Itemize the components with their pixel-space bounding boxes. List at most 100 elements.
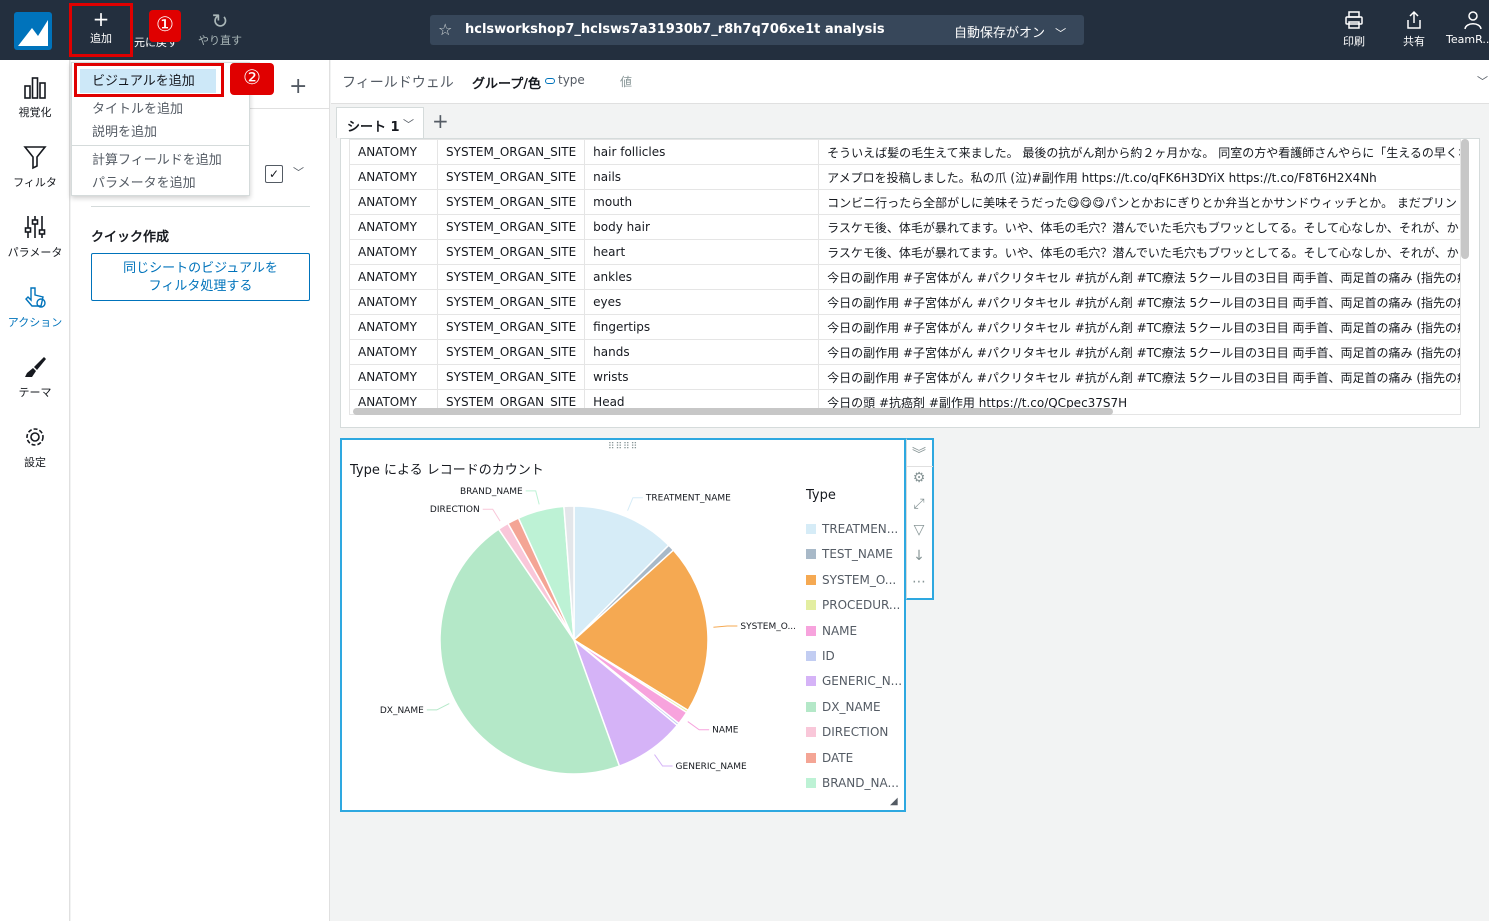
legend-label: NAME — [822, 623, 858, 638]
legend-item[interactable]: TEST_NAME — [806, 547, 893, 561]
analysis-title[interactable]: hclsworkshop7_hclsws7a31930b7_r8h7q706xe… — [465, 22, 885, 37]
gear-icon — [26, 428, 44, 446]
legend-label: SYSTEM_O... — [822, 572, 897, 587]
rail-item-theme[interactable]: テーマ — [0, 354, 70, 400]
leader-line — [525, 490, 540, 505]
chevron-down-icon[interactable]: ﹀ — [293, 164, 304, 180]
user-menu[interactable]: TeamR... — [1446, 10, 1489, 46]
legend-item[interactable]: DX_NAME — [806, 700, 881, 714]
rail-item-filter[interactable]: フィルタ — [0, 144, 70, 190]
horizontal-scrollbar[interactable] — [353, 408, 1113, 415]
legend-label: TEST_NAME — [822, 547, 893, 562]
table-row[interactable]: ANATOMY SYSTEM_ORGAN_SITE heart ラスケモ後、体毛が暴れ… — [349, 239, 1462, 265]
value-label[interactable]: 値 — [620, 73, 632, 90]
table-cell: nails — [584, 164, 820, 190]
add-action-icon[interactable]: + — [289, 74, 307, 99]
legend-swatch — [806, 524, 816, 534]
printer-icon — [1345, 11, 1363, 29]
rail-item-settings[interactable]: 設定 — [0, 424, 70, 470]
table-visual[interactable]: ANATOMY SYSTEM_ORGAN_SITE hair follicles そう… — [340, 138, 1480, 428]
resize-handle-icon[interactable]: ◢ — [890, 796, 898, 807]
filter-icon[interactable]: ▽ — [907, 522, 931, 538]
filter-icon — [23, 146, 47, 170]
legend-item[interactable]: TREATMEN... — [806, 522, 898, 536]
slice-label: SYSTEM_O... — [740, 622, 796, 632]
add-button[interactable]: + 追加 — [74, 8, 128, 46]
table-row[interactable]: ANATOMY SYSTEM_ORGAN_SITE eyes 今日の副作用 #子宮体が… — [349, 289, 1462, 315]
legend-item[interactable]: PROCEDUR... — [806, 598, 900, 612]
print-button[interactable]: 印刷 — [1336, 10, 1372, 49]
rail-item-actions[interactable]: アクション — [0, 284, 70, 330]
filter-same-sheet-button[interactable]: 同じシートのビジュアルを フィルタ処理する — [91, 253, 310, 301]
table-row[interactable]: ANATOMY SYSTEM_ORGAN_SITE ankles 今日の副作用 #子宮… — [349, 264, 1462, 290]
share-icon — [1407, 10, 1421, 29]
analysis-title-bar[interactable]: ☆ hclsworkshop7_hclsws7a31930b7_r8h7q706… — [430, 15, 1084, 45]
table-row[interactable]: ANATOMY SYSTEM_ORGAN_SITE wrists 今日の副作用 #子宮… — [349, 364, 1462, 390]
legend-label: DATE — [822, 750, 854, 765]
menu-divider — [72, 145, 249, 146]
redo-button[interactable]: ↻ やり直す — [194, 10, 246, 48]
legend-item[interactable]: DIRECTION — [806, 725, 888, 739]
checkbox[interactable]: ✓ — [265, 165, 283, 183]
gear-icon[interactable]: ⚙ — [907, 470, 931, 486]
drag-handle-icon[interactable]: ⠿⠿⠿⠿ — [608, 442, 638, 452]
pie-chart: TREATMENT_NAME SYSTEM_O... NAME GENERIC_NAM… — [380, 487, 796, 775]
legend-swatch — [806, 727, 816, 738]
slice-label: DX_NAME — [380, 706, 424, 716]
table-cell: ANATOMY — [349, 189, 438, 215]
table-row[interactable]: ANATOMY SYSTEM_ORGAN_SITE hair follicles そう… — [349, 139, 1462, 165]
dimension-icon — [545, 78, 555, 84]
field-well-label: フィールドウェル — [342, 75, 454, 91]
slice-label: DIRECTION — [430, 505, 480, 515]
legend-label: DIRECTION — [822, 725, 889, 740]
table-row[interactable]: ANATOMY SYSTEM_ORGAN_SITE hands 今日の副作用 #子宮体… — [349, 339, 1462, 365]
menu-item-add-calculated-field[interactable]: 計算フィールドを追加 — [92, 149, 222, 168]
leader-line — [482, 508, 501, 522]
table-row[interactable]: ANATOMY SYSTEM_ORGAN_SITE fingertips 今日の副作用… — [349, 314, 1462, 340]
legend-item[interactable]: ID — [806, 649, 835, 663]
table-cell: ラスケモ後、体毛が暴れてます。いや、体毛の毛穴？潜んでいた毛穴もブワッとしてる。… — [818, 239, 1462, 265]
vertical-scrollbar[interactable] — [1461, 139, 1469, 259]
table-row[interactable]: ANATOMY SYSTEM_ORGAN_SITE nails アメプロを投稿しました… — [349, 164, 1462, 190]
tab-sheet-1[interactable]: シート 1 ﹀ — [336, 107, 424, 138]
more-options-icon[interactable]: ⋯ — [907, 574, 931, 590]
table-row[interactable]: ANATOMY SYSTEM_ORGAN_SITE mouth コンビニ行ったら全部が… — [349, 189, 1462, 215]
table-cell: SYSTEM_ORGAN_SITE — [436, 164, 586, 190]
group-color-label: グループ/色 — [472, 77, 541, 92]
legend-item[interactable]: BRAND_NA... — [806, 776, 899, 790]
group-field-type[interactable]: type — [545, 73, 585, 87]
autosave-toggle[interactable]: 自動保存がオン ﹀ — [954, 22, 1066, 41]
table-cell: SYSTEM_ORGAN_SITE — [436, 189, 586, 215]
visual-title[interactable]: Type による レコードのカウント — [350, 459, 544, 478]
collapse-icon[interactable]: ﹀ — [1477, 73, 1488, 89]
share-button[interactable]: 共有 — [1396, 10, 1432, 49]
menu-item-add-title[interactable]: タイトルを追加 — [92, 98, 183, 117]
table-cell: ANATOMY — [349, 289, 438, 315]
table-cell: 今日の副作用 #子宮体がん #パクリタキセル #抗がん剤 #TC療法 5クール目… — [818, 364, 1462, 390]
star-icon[interactable]: ☆ — [438, 20, 452, 39]
legend-item[interactable]: DATE — [806, 751, 853, 765]
legend-label: ID — [822, 649, 835, 663]
menu-item-add-parameter[interactable]: パラメータを追加 — [92, 172, 196, 191]
table-cell: wrists — [584, 364, 820, 390]
expand-icon[interactable]: ⤢ — [907, 496, 931, 512]
table-cell: eyes — [584, 289, 820, 315]
legend-item[interactable]: SYSTEM_O... — [806, 573, 896, 587]
collapse-menu-icon[interactable]: ︾ — [907, 444, 931, 464]
rail-item-visualize[interactable]: 視覚化 — [0, 74, 70, 120]
legend-item[interactable]: GENERIC_N... — [806, 674, 902, 688]
table-row[interactable]: ANATOMY SYSTEM_ORGAN_SITE body hair ラスケモ後、体… — [349, 214, 1462, 240]
menu-item-add-description[interactable]: 説明を追加 — [92, 121, 157, 140]
table-cell: mouth — [584, 189, 820, 215]
chevron-down-icon[interactable]: ﹀ — [403, 116, 414, 132]
pie-chart-visual[interactable]: ⠿⠿⠿⠿ Type による レコードのカウント TREATMENT_NAME SY… — [340, 438, 906, 812]
step-1-badge: ① — [149, 10, 181, 42]
slice-label: TREATMENT_NAME — [645, 494, 731, 504]
legend-item[interactable]: NAME — [806, 624, 857, 638]
quicksight-logo[interactable] — [14, 12, 52, 50]
download-icon[interactable]: ↓ — [907, 548, 931, 564]
leader-line — [687, 721, 710, 731]
rail-item-parameters[interactable]: パラメータ — [0, 214, 70, 260]
add-sheet-icon[interactable]: + — [432, 109, 449, 133]
table-cell: hands — [584, 339, 820, 365]
